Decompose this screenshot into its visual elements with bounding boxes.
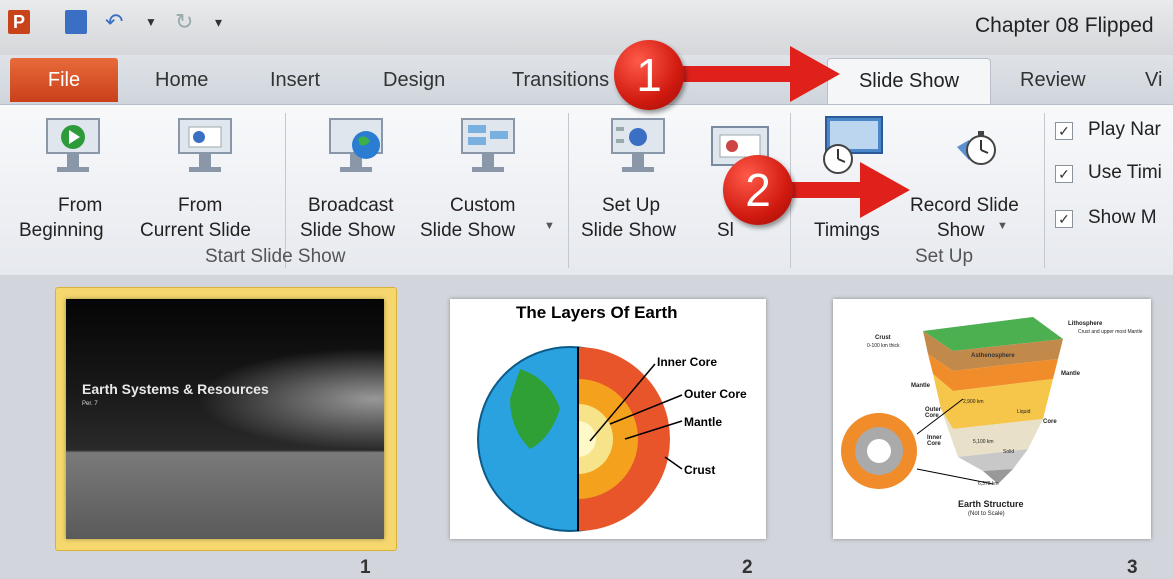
separator (1044, 113, 1045, 268)
show-media-controls-checkbox[interactable]: ✓ (1055, 210, 1073, 228)
set-up-slide-show-button[interactable]: Set Up Slide Show (578, 113, 698, 243)
tab-file[interactable]: File (10, 58, 118, 102)
slide-3-title: Earth Structure (958, 499, 1024, 509)
tab-review[interactable]: Review (1020, 69, 1086, 92)
label-liquid: Liquid (1017, 409, 1031, 415)
from-beginning-line1: From (58, 195, 103, 216)
save-icon[interactable] (65, 10, 87, 34)
tab-home[interactable]: Home (155, 69, 208, 92)
annotation-badge-1: 1 (614, 40, 684, 110)
from-beginning-line2: Beginning (19, 220, 104, 241)
separator (285, 113, 286, 268)
powerpoint-logo-icon: P (8, 10, 30, 34)
broadcast-globe-icon (329, 118, 383, 172)
slide-1-thumbnail[interactable]: Earth Systems & Resources Per. 7 (66, 299, 384, 539)
label-core: Core (1043, 419, 1057, 425)
label-mantle-left: Mantle (911, 383, 931, 389)
broadcast-line2: Slide Show (300, 220, 396, 241)
slide-2-title: The Layers Of Earth (516, 303, 678, 322)
from-current-slide-button[interactable]: From Current Slide (140, 113, 275, 243)
window-title: Chapter 08 Flipped (975, 14, 1154, 37)
tab-design[interactable]: Design (383, 69, 445, 92)
rehearse-timings-icon (823, 116, 883, 174)
earth-layers-diagram (477, 346, 683, 532)
label-mantle-right: Mantle (1061, 371, 1081, 377)
slide-1-subtitle: Per. 7 (82, 401, 98, 407)
annotation-badge-2: 2 (723, 155, 793, 225)
label-outer-core: Outer Core (684, 387, 747, 401)
from-current-line1: From (178, 195, 223, 216)
label-asthenosphere: Asthenosphere (971, 353, 1015, 359)
record-slide-show-button[interactable]: Record Slide Show ▼ (905, 113, 1040, 243)
redo-icon[interactable]: ↻ (175, 10, 195, 34)
label-lithosphere: Lithosphere (1068, 321, 1103, 327)
projector-current-icon (178, 118, 232, 172)
broadcast-line1: Broadcast (308, 195, 394, 216)
broadcast-slide-show-button[interactable]: Broadcast Slide Show (298, 113, 416, 243)
undo-icon[interactable]: ↶ (105, 10, 125, 34)
undo-dropdown-icon[interactable]: ▼ (145, 10, 157, 34)
ribbon: From Beginning From Current Slide Broadc… (0, 104, 1173, 276)
label-mantle: Mantle (684, 415, 723, 429)
label-lithosphere-desc: Crust and upper most Mantle (1078, 329, 1143, 335)
label-2900km: 2,900 km (963, 399, 984, 405)
slide-1-number: 1 (360, 557, 371, 578)
label-inner-core-3: Inner Core (927, 435, 942, 447)
from-beginning-button[interactable]: From Beginning (15, 113, 133, 243)
separator (568, 113, 569, 268)
label-5100km: 5,100 km (973, 439, 994, 445)
play-narrations-label: Play Nar (1088, 119, 1161, 140)
slide-thumbnails-pane: Earth Systems & Resources Per. 7 1 The L… (0, 275, 1173, 578)
tab-view[interactable]: Vi (1145, 69, 1162, 92)
ribbon-tabs: File Home Insert Design Transitions Slid… (0, 55, 1173, 106)
slide-3-subtitle: (Not to Scale) (968, 511, 1005, 517)
use-timings-label: Use Timi (1088, 162, 1162, 183)
use-timings-checkbox[interactable]: ✓ (1055, 165, 1073, 183)
customize-qat-icon[interactable]: ▾ (215, 10, 229, 34)
slide-3-thumbnail[interactable]: Crust 0-100 km thick Lithosphere Crust a… (833, 299, 1151, 539)
tab-transitions[interactable]: Transitions (512, 69, 612, 92)
custom-slide-show-button[interactable]: Custom Slide Show ▼ (420, 113, 560, 243)
hide-slide-label-partial: Sl (717, 220, 734, 241)
record-dropdown-icon: ▼ (997, 220, 1008, 232)
group-label-start-slide-show: Start Slide Show (205, 246, 346, 267)
custom-line1: Custom (450, 195, 516, 216)
label-solid: Solid (1003, 449, 1015, 455)
label-crust: Crust (684, 463, 716, 477)
label-6378km: 6,378 km (978, 481, 999, 487)
record-line2: Show (937, 220, 985, 241)
from-current-line2: Current Slide (140, 220, 251, 241)
projector-play-icon (46, 118, 100, 172)
custom-line2: Slide Show (420, 220, 516, 241)
slide-1-title: Earth Systems & Resources (82, 381, 269, 397)
slide-2-thumbnail[interactable]: The Layers Of Earth Inner Core Outer Cor… (450, 299, 766, 539)
record-line1: Record Slide (910, 195, 1019, 216)
label-crust-thickness: 0-100 km thick (867, 343, 900, 349)
label-outer-core-3: Outer Core (925, 407, 942, 419)
setup-line1: Set Up (602, 195, 661, 216)
setup-line2: Slide Show (581, 220, 677, 241)
slide-1-light-streak (166, 339, 384, 459)
slide-2-number: 2 (742, 557, 753, 578)
rehearse-timings-button[interactable]: Timings (800, 113, 900, 243)
label-inner-core: Inner Core (657, 355, 718, 369)
tab-slide-show[interactable]: Slide Show (827, 58, 991, 106)
setup-show-icon (611, 118, 665, 172)
group-label-set-up: Set Up (915, 246, 974, 267)
record-stopwatch-icon (957, 131, 996, 165)
custom-show-icon (461, 118, 515, 172)
title-bar: P ↶ ▼ ↻ ▾ Chapter 08 Flipped (0, 0, 1173, 55)
tab-insert[interactable]: Insert (270, 69, 320, 92)
slide-3-number: 3 (1127, 557, 1138, 578)
show-media-controls-label: Show M (1088, 207, 1157, 228)
play-narrations-checkbox[interactable]: ✓ (1055, 122, 1073, 140)
label-crust-3: Crust (875, 335, 891, 341)
custom-dropdown-icon: ▼ (544, 220, 555, 232)
timings-label: Timings (814, 220, 880, 241)
